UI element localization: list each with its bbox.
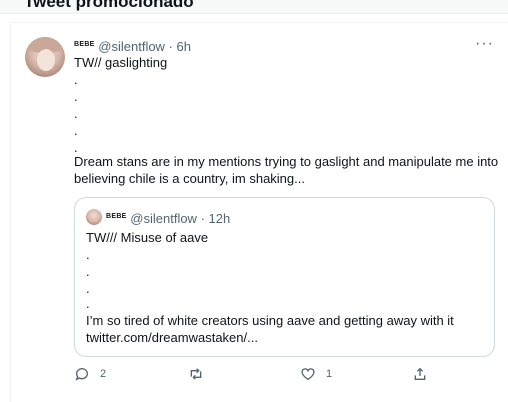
quoted-text-line: . — [86, 264, 90, 279]
quoted-avatar — [86, 209, 102, 225]
quoted-text-line: TW/// Misuse of aave — [86, 230, 209, 245]
share-button[interactable] — [412, 366, 428, 382]
more-options-icon[interactable]: ··· — [475, 35, 494, 53]
tweet-text-line: . — [74, 106, 78, 121]
quoted-tweet-header: BEBE @silentflow · 12h — [106, 209, 230, 227]
like-button[interactable]: 1 — [300, 366, 332, 382]
section-header: Tweet promocionado — [0, 0, 508, 14]
like-icon — [301, 368, 315, 381]
author-handle[interactable]: @silentflow — [98, 39, 165, 54]
quoted-text-line: . — [86, 281, 90, 296]
tweet-header: BEBE @silentflow · 6h — [74, 37, 191, 55]
share-icon — [414, 367, 426, 380]
tweet-actions: 2 1 — [74, 366, 434, 384]
quoted-tweet[interactable]: BEBE @silentflow · 12h TW/// Misuse of a… — [74, 197, 495, 357]
quoted-author-handle: @silentflow — [130, 211, 197, 226]
tweet-text-line: Dream stans are in my mentions trying to… — [74, 154, 499, 169]
like-count: 1 — [326, 368, 333, 380]
tweet-time[interactable]: · 6h — [169, 39, 191, 54]
tweet-text-line: . — [74, 89, 78, 104]
author-name[interactable]: BEBE — [74, 41, 95, 48]
quoted-text-line: I’m so tired of white creators using aav… — [86, 313, 454, 328]
reply-button[interactable]: 2 — [74, 366, 106, 382]
tweet-text-line: believing chile is a country, im shaking… — [74, 171, 305, 186]
reply-icon — [75, 368, 88, 381]
quoted-author-name: BEBE — [106, 213, 127, 220]
quoted-text-line: . — [86, 296, 90, 311]
quoted-tweet-time: · 12h — [200, 211, 231, 226]
reply-count: 2 — [100, 368, 107, 380]
avatar[interactable] — [25, 37, 65, 77]
tweet-text-line: . — [74, 72, 78, 87]
quoted-link[interactable]: twitter.com/dreamwastaken/... — [86, 330, 258, 346]
tweet-text-line: TW// gaslighting — [74, 55, 168, 70]
quoted-text-line: . — [86, 247, 90, 262]
section-title: Tweet promocionado — [24, 0, 194, 11]
retweet-icon — [190, 368, 202, 380]
retweet-button[interactable] — [188, 366, 214, 382]
tweet-text-line: . — [74, 123, 78, 138]
tweet[interactable]: BEBE @silentflow · 6h ··· TW// gaslighti… — [10, 22, 508, 402]
